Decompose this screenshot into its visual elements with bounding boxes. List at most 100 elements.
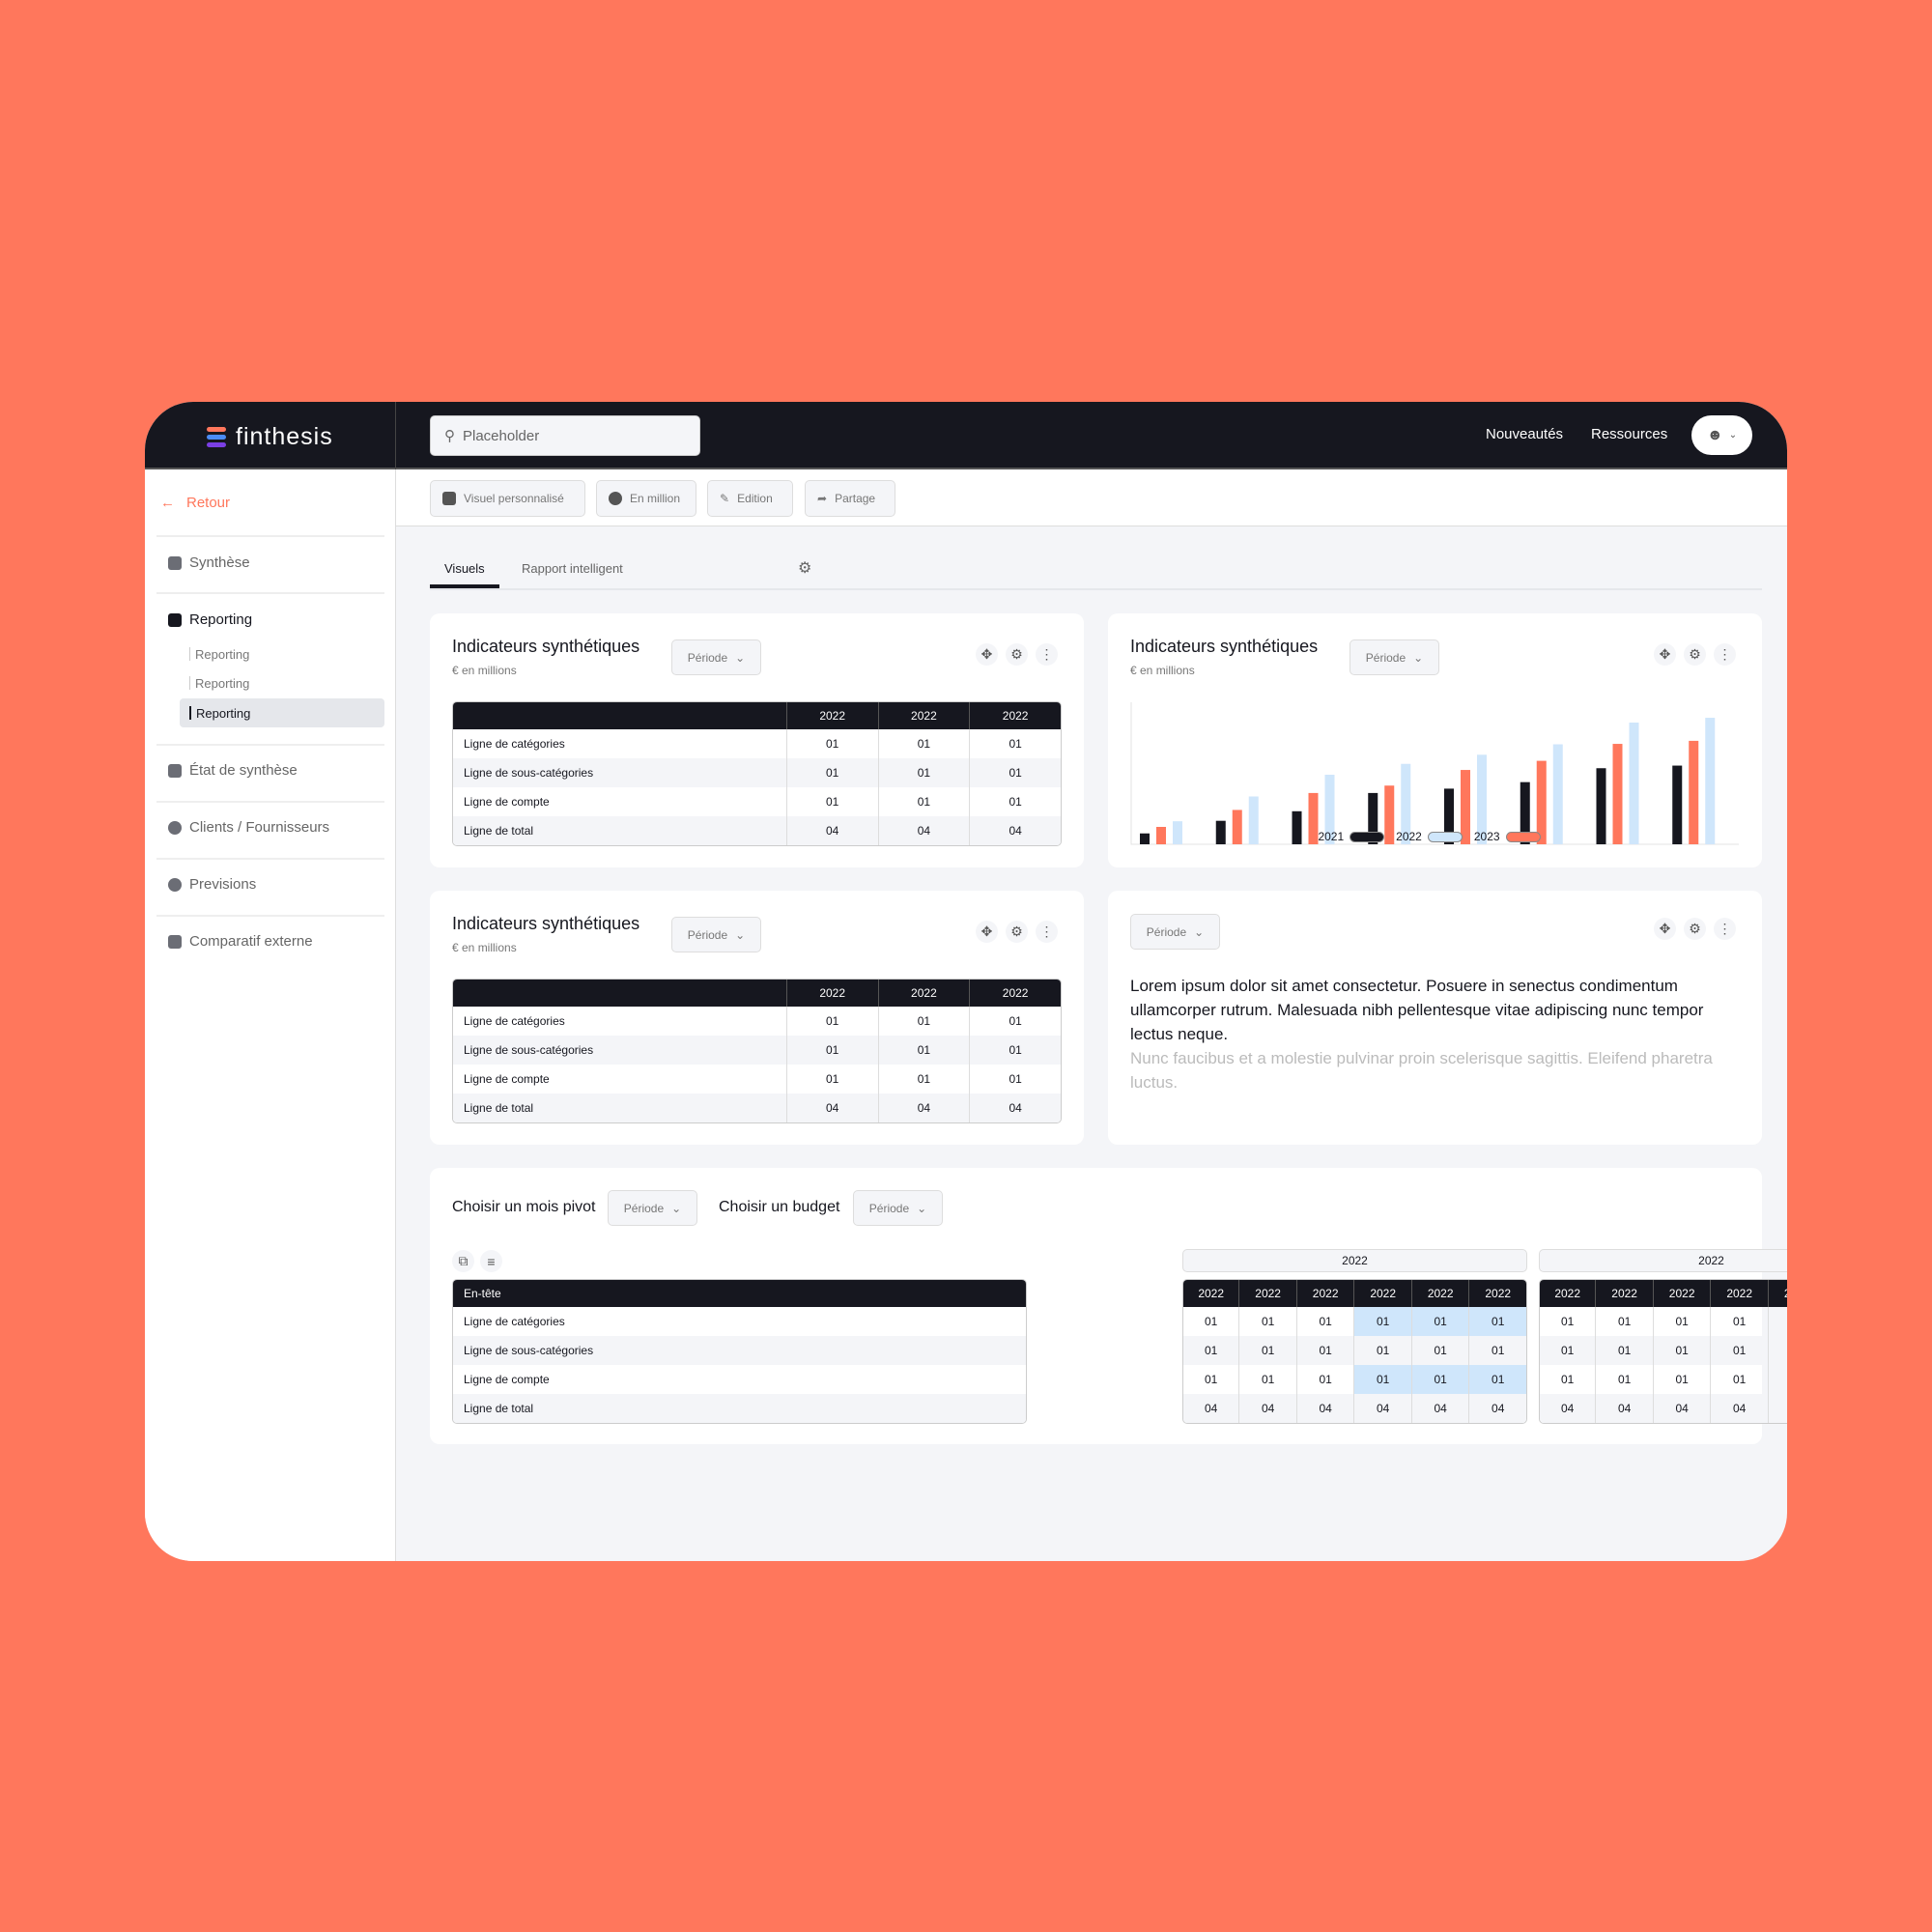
table-row: Ligne de compte 01 01 01 [453,1065,1061,1094]
highlighted-cell: 01 [1410,1365,1469,1394]
table-row: Ligne de catégories [453,1307,1026,1336]
chart-icon [168,612,182,627]
bar-2022-7 [1705,718,1716,844]
user-menu-button[interactable]: ☻ ⌄ [1691,415,1752,455]
table-cell: 01 [969,729,1061,758]
sidebar-subitem-reporting[interactable]: Reporting [180,668,384,697]
highlighted-cell: 01 [1410,1307,1469,1336]
sidebar-item-comparatif-externe[interactable]: Comparatif externe [168,933,313,950]
dropdown-value: Période [623,1201,665,1215]
pivot-data-table: 2022202220222022202220220101010101010101… [1182,1279,1527,1424]
sidebar-item-synthese[interactable]: Synthèse [168,554,250,571]
move-icon[interactable]: ✥ [976,643,998,666]
sidebar-item-label: État de synthèse [189,762,298,779]
dropdown-value: Période [687,927,728,942]
periode-dropdown[interactable]: Période ⌄ [1130,914,1220,950]
sidebar-item-label: Comparatif externe [189,933,313,950]
more-icon[interactable]: ⋮ [1714,643,1736,666]
tab-rapport-intelligent[interactable]: Rapport intelligent [522,561,623,576]
table-cell: 01 [1595,1307,1653,1336]
column-header: 2022 [1652,1280,1711,1307]
visuel-personnalise-button[interactable]: Visuel personnalisé [430,480,585,517]
periode-dropdown[interactable]: Période ⌄ [671,639,761,675]
gear-icon[interactable]: ⚙ [1684,918,1706,940]
gear-icon[interactable]: ⚙ [798,558,811,578]
budget-periode-dropdown[interactable]: Période ⌄ [853,1190,943,1226]
copy-icon[interactable]: ⧉ [452,1250,474,1272]
en-million-button[interactable]: En million [596,480,696,517]
table-cell: 01 [877,1007,970,1036]
button-label: Visuel personnalisé [464,492,564,505]
back-link[interactable]: ← Retour [160,495,230,511]
sidebar-subitem-reporting-selected[interactable]: Reporting [180,698,384,727]
euro-icon [609,492,622,505]
legend-swatch [1427,832,1463,843]
column-header [453,702,786,729]
chevron-down-icon: ⌄ [735,650,746,665]
periode-dropdown[interactable]: Période ⌄ [1350,639,1439,675]
button-label: Edition [737,492,773,505]
highlighted-cell: 01 [1468,1307,1526,1336]
more-icon[interactable]: ⋮ [1036,643,1058,666]
gear-icon[interactable]: ⚙ [1006,921,1028,943]
search-input[interactable]: ⚲ Placeholder [430,415,700,456]
chevron-down-icon: ⌄ [671,1201,682,1215]
bar-2023-7 [1689,740,1699,844]
top-bar: finthesis ⚲ Placeholder Nouveautés Ressou… [145,402,1787,469]
legend-label: 2023 [1473,830,1500,843]
table-cell: 01 [969,787,1061,816]
move-icon[interactable]: ✥ [1654,918,1676,940]
sidebar-item-etat-de-synthese[interactable]: État de synthèse [168,762,298,779]
column-header: 2022 [1353,1280,1411,1307]
sidebar-item-clients-fournisseurs[interactable]: Clients / Fournisseurs [168,819,329,836]
table-cell: 01 [877,1065,970,1094]
column-header: 2022 [877,702,970,729]
sidebar-subitem-reporting[interactable]: Reporting [180,639,384,668]
text-card: Période ⌄ ✥ ⚙ ⋮ Lorem ipsum dolor sit amet … [1108,891,1762,1145]
table-cell: 01 [1767,1336,1787,1365]
logo[interactable]: finthesis [207,423,333,451]
table-cell: 01 [1767,1307,1787,1336]
table-cell: 04 [1710,1394,1768,1423]
gear-icon[interactable]: ⚙ [1006,643,1028,666]
table-cell: Ligne de catégories [464,1014,565,1028]
table-row: Ligne de compte [453,1365,1026,1394]
table-cell: 01 [969,1065,1061,1094]
document-icon [168,555,182,570]
tab-visuels[interactable]: Visuels [430,561,499,588]
table-row: Ligne de catégories 01 01 01 [453,729,1061,758]
data-table: 2022 2022 2022 Ligne de catégories 01 01 01 Lig… [452,979,1062,1123]
filter-icon[interactable]: ≡ [480,1250,502,1272]
more-icon[interactable]: ⋮ [1714,918,1736,940]
table-cell: 01 [1353,1336,1411,1365]
nav-nouveautes[interactable]: Nouveautés [1486,426,1563,442]
gear-icon[interactable]: ⚙ [1684,643,1706,666]
table-cell: 01 [877,787,970,816]
nav-ressources[interactable]: Ressources [1591,426,1667,442]
partage-button[interactable]: ➦ Partage [805,480,895,517]
edition-button[interactable]: ✎ Edition [707,480,793,517]
more-icon[interactable]: ⋮ [1036,921,1058,943]
move-icon[interactable]: ✥ [1654,643,1676,666]
periode-dropdown[interactable]: Période ⌄ [671,917,761,952]
sidebar-item-label: Clients / Fournisseurs [189,819,330,836]
briefcase-icon [168,934,182,949]
pivot-periode-dropdown[interactable]: Période ⌄ [608,1190,697,1226]
sidebar-item-label: Previsions [189,876,257,893]
sidebar-item-previsions[interactable]: Previsions [168,876,256,893]
image-icon [442,492,456,505]
table-card: Indicateurs synthétiques € en millions P… [430,891,1084,1145]
table-cell: 04 [1652,1394,1711,1423]
move-icon[interactable]: ✥ [976,921,998,943]
sidebar-item-reporting[interactable]: Reporting [168,611,252,628]
table-cell: Ligne de catégories [464,737,565,751]
tabs: Visuels Rapport intelligent ⚙ [430,558,1762,590]
table-cell: 01 [785,758,878,787]
table-cell: 01 [969,1036,1061,1065]
table-cell: 04 [1595,1394,1653,1423]
table-row: 010101010101 [1183,1365,1526,1394]
card-subtitle: € en millions [1130,664,1195,677]
table-cell: 01 [1183,1336,1239,1365]
table-cell: 01 [785,787,878,816]
table-row: 010101010101 [1540,1365,1787,1394]
